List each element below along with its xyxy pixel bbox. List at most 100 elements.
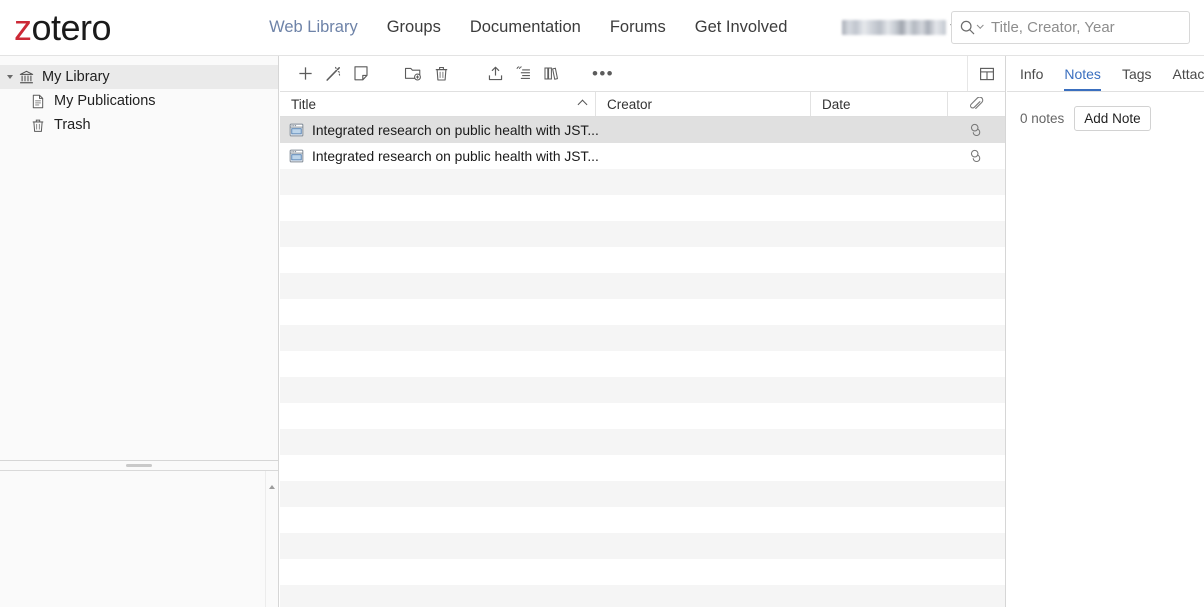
collections-tree: My Library My Publications xyxy=(0,56,278,461)
item-details-pane: Info Notes Tags Attac 0 notes Add Note xyxy=(1007,56,1204,607)
table-row-empty xyxy=(280,273,1005,299)
new-collection-button[interactable] xyxy=(399,60,427,88)
item-details-tabs: Info Notes Tags Attac xyxy=(1007,56,1204,92)
items-column-header: Title Creator Date xyxy=(280,92,1005,117)
table-row-empty xyxy=(280,247,1005,273)
tab-tags[interactable]: Tags xyxy=(1122,66,1152,91)
sidebar-item-label: My Publications xyxy=(54,93,156,109)
column-picker-icon xyxy=(979,66,995,82)
table-row-empty xyxy=(280,533,1005,559)
search-box[interactable] xyxy=(951,11,1190,44)
table-row-empty xyxy=(280,585,1005,607)
table-row-empty xyxy=(280,195,1005,221)
link-attachment-icon[interactable] xyxy=(948,149,1005,163)
account-menu[interactable] xyxy=(842,20,961,35)
bibliography-icon xyxy=(515,65,532,82)
new-item-button[interactable] xyxy=(291,60,319,88)
plus-icon xyxy=(297,65,314,82)
table-row-empty xyxy=(280,481,1005,507)
library-lookup-button[interactable] xyxy=(537,60,565,88)
column-header-date[interactable]: Date xyxy=(811,92,948,116)
table-row-empty xyxy=(280,507,1005,533)
column-header-label: Title xyxy=(291,97,316,112)
move-to-trash-button[interactable] xyxy=(427,60,455,88)
library-lookup-icon xyxy=(543,65,560,82)
new-note-icon xyxy=(353,65,369,82)
document-icon xyxy=(28,94,48,109)
library-icon xyxy=(16,70,36,85)
logo-z: z xyxy=(14,7,32,48)
nav-groups[interactable]: Groups xyxy=(387,18,441,37)
table-row-empty xyxy=(280,221,1005,247)
table-row-empty xyxy=(280,351,1005,377)
column-picker-button[interactable] xyxy=(967,56,1005,91)
main-panes: My Library My Publications xyxy=(0,56,1204,607)
export-icon xyxy=(487,65,504,82)
chevron-down-icon xyxy=(977,22,984,29)
webpage-icon xyxy=(280,149,312,163)
table-row-empty xyxy=(280,325,1005,351)
table-row[interactable]: Integrated research on public health wit… xyxy=(280,143,1005,169)
paperclip-icon xyxy=(969,97,984,112)
sort-ascending-icon xyxy=(578,100,588,110)
scroll-up-arrow-icon[interactable] xyxy=(269,485,275,489)
webpage-icon xyxy=(280,123,312,137)
nav-documentation[interactable]: Documentation xyxy=(470,18,581,37)
add-note-button[interactable]: Add Note xyxy=(1074,106,1150,131)
create-bibliography-button[interactable] xyxy=(509,60,537,88)
table-row-empty xyxy=(280,299,1005,325)
column-header-creator[interactable]: Creator xyxy=(596,92,811,116)
more-options-button[interactable]: ••• xyxy=(589,60,617,88)
tag-selector-scrollbar[interactable] xyxy=(265,471,278,607)
twisty-open-icon[interactable] xyxy=(4,74,16,80)
table-row-empty xyxy=(280,169,1005,195)
tab-notes[interactable]: Notes xyxy=(1064,66,1101,91)
link-attachment-icon[interactable] xyxy=(948,123,1005,137)
table-row-empty xyxy=(280,403,1005,429)
item-title: Integrated research on public health wit… xyxy=(312,123,948,138)
table-row-empty xyxy=(280,455,1005,481)
column-header-attachment[interactable] xyxy=(948,92,1005,116)
sidebar-splitter[interactable] xyxy=(0,460,278,471)
column-header-title[interactable]: Title xyxy=(280,92,596,116)
more-icon: ••• xyxy=(592,69,614,79)
splitter-grip xyxy=(126,464,152,467)
search-icon xyxy=(960,20,975,35)
tag-selector xyxy=(0,471,278,607)
main-navigation: Web Library Groups Documentation Forums … xyxy=(269,18,961,37)
column-header-label: Creator xyxy=(607,97,652,112)
item-title: Integrated research on public health wit… xyxy=(312,149,948,164)
site-header: zotero Web Library Groups Documentation … xyxy=(0,0,1204,56)
items-pane: ••• Title Creator xyxy=(280,56,1006,607)
sidebar-item-my-publications[interactable]: My Publications xyxy=(0,89,278,113)
new-collection-icon xyxy=(404,65,423,82)
notes-section: 0 notes Add Note xyxy=(1007,92,1204,131)
nav-get-involved[interactable]: Get Involved xyxy=(695,18,788,37)
new-note-button[interactable] xyxy=(347,60,375,88)
items-toolbar: ••• xyxy=(280,56,1005,92)
trash-icon xyxy=(28,118,48,133)
sidebar-item-my-library[interactable]: My Library xyxy=(0,65,278,89)
nav-forums[interactable]: Forums xyxy=(610,18,666,37)
account-username-redacted xyxy=(842,20,946,35)
column-header-label: Date xyxy=(822,97,851,112)
logo-rest: otero xyxy=(32,7,112,48)
nav-web-library[interactable]: Web Library xyxy=(269,18,358,37)
table-row-empty xyxy=(280,377,1005,403)
table-row-empty xyxy=(280,429,1005,455)
tab-attachments[interactable]: Attac xyxy=(1173,66,1204,91)
tab-info[interactable]: Info xyxy=(1020,66,1043,91)
empty-rows xyxy=(280,169,1005,607)
add-by-identifier-button[interactable] xyxy=(319,60,347,88)
zotero-logo[interactable]: zotero xyxy=(14,10,111,46)
magic-wand-icon xyxy=(324,65,342,83)
notes-count-label: 0 notes xyxy=(1020,111,1064,126)
search-input[interactable] xyxy=(989,18,1179,37)
table-row[interactable]: Integrated research on public health wit… xyxy=(280,117,1005,143)
sidebar-item-trash[interactable]: Trash xyxy=(0,113,278,137)
export-button[interactable] xyxy=(481,60,509,88)
zotero-web-library: zotero Web Library Groups Documentation … xyxy=(0,0,1204,607)
search-icon-group[interactable] xyxy=(960,20,982,35)
sidebar-item-label: My Library xyxy=(42,69,110,85)
trash-icon xyxy=(434,65,449,82)
